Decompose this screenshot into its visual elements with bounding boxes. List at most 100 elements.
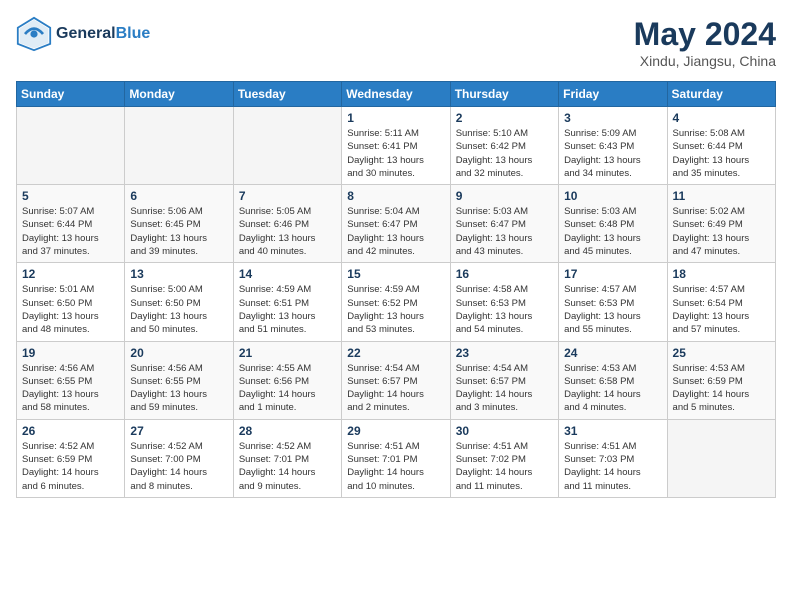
day-number: 16 — [456, 267, 553, 281]
day-number: 12 — [22, 267, 119, 281]
logo-text: GeneralBlue — [56, 25, 150, 43]
day-number: 29 — [347, 424, 444, 438]
day-number: 25 — [673, 346, 770, 360]
calendar-cell: 14 Sunrise: 4:59 AM Sunset: 6:51 PM Dayli… — [233, 263, 341, 341]
day-number: 19 — [22, 346, 119, 360]
calendar-row: 1Sunrise: 5:11 AM Sunset: 6:41 PM Daylig… — [17, 107, 776, 185]
calendar-header-row: SundayMondayTuesdayWednesdayThursdayFrid… — [17, 82, 776, 107]
calendar-cell: 8Sunrise: 5:04 AM Sunset: 6:47 PM Daylig… — [342, 185, 450, 263]
day-info: Sunrise: 4:54 AM Sunset: 6:57 PM Dayligh… — [456, 362, 553, 415]
location: Xindu, Jiangsu, China — [634, 53, 776, 69]
title-area: May 2024 Xindu, Jiangsu, China — [634, 16, 776, 69]
calendar-cell: 11Sunrise: 5:02 AM Sunset: 6:49 PM Dayli… — [667, 185, 775, 263]
day-info: Sunrise: 4:56 AM Sunset: 6:55 PM Dayligh… — [130, 362, 227, 415]
day-info: Sunrise: 4:52 AM Sunset: 7:00 PM Dayligh… — [130, 440, 227, 493]
day-number: 24 — [564, 346, 661, 360]
calendar-cell: 20 Sunrise: 4:56 AM Sunset: 6:55 PM Dayli… — [125, 341, 233, 419]
day-info: Sunrise: 4:51 AM Sunset: 7:01 PM Dayligh… — [347, 440, 444, 493]
day-number: 13 — [130, 267, 227, 281]
day-info: Sunrise: 5:05 AM Sunset: 6:46 PM Dayligh… — [239, 205, 336, 258]
calendar-cell: 4Sunrise: 5:08 AM Sunset: 6:44 PM Daylig… — [667, 107, 775, 185]
day-info: Sunrise: 4:56 AM Sunset: 6:55 PM Dayligh… — [22, 362, 119, 415]
calendar-cell: 7 Sunrise: 5:05 AM Sunset: 6:46 PM Daylig… — [233, 185, 341, 263]
day-number: 27 — [130, 424, 227, 438]
day-number: 21 — [239, 346, 336, 360]
calendar-cell: 13 Sunrise: 5:00 AM Sunset: 6:50 PM Dayli… — [125, 263, 233, 341]
calendar-cell: 25 Sunrise: 4:53 AM Sunset: 6:59 PM Dayli… — [667, 341, 775, 419]
day-info: Sunrise: 4:52 AM Sunset: 6:59 PM Dayligh… — [22, 440, 119, 493]
calendar-cell — [233, 107, 341, 185]
day-info: Sunrise: 5:03 AM Sunset: 6:47 PM Dayligh… — [456, 205, 553, 258]
calendar-cell: 28 Sunrise: 4:52 AM Sunset: 7:01 PM Dayli… — [233, 419, 341, 497]
day-number: 18 — [673, 267, 770, 281]
calendar-cell: 10 Sunrise: 5:03 AM Sunset: 6:48 PM Dayli… — [559, 185, 667, 263]
calendar-cell: 6 Sunrise: 5:06 AM Sunset: 6:45 PM Daylig… — [125, 185, 233, 263]
day-number: 20 — [130, 346, 227, 360]
page-header: GeneralBlue May 2024 Xindu, Jiangsu, Chi… — [16, 16, 776, 69]
calendar-cell: 15 Sunrise: 4:59 AM Sunset: 6:52 PM Dayli… — [342, 263, 450, 341]
calendar-cell — [17, 107, 125, 185]
month-title: May 2024 — [634, 16, 776, 53]
calendar-cell: 19 Sunrise: 4:56 AM Sunset: 6:55 PM Dayli… — [17, 341, 125, 419]
day-info: Sunrise: 4:53 AM Sunset: 6:58 PM Dayligh… — [564, 362, 661, 415]
calendar-cell: 22 Sunrise: 4:54 AM Sunset: 6:57 PM Dayli… — [342, 341, 450, 419]
day-info: Sunrise: 5:11 AM Sunset: 6:41 PM Dayligh… — [347, 127, 444, 180]
calendar-body: 1Sunrise: 5:11 AM Sunset: 6:41 PM Daylig… — [17, 107, 776, 498]
calendar-row: 12Sunrise: 5:01 AM Sunset: 6:50 PM Dayli… — [17, 263, 776, 341]
day-info: Sunrise: 4:53 AM Sunset: 6:59 PM Dayligh… — [673, 362, 770, 415]
day-number: 10 — [564, 189, 661, 203]
weekday-header: Tuesday — [233, 82, 341, 107]
calendar: SundayMondayTuesdayWednesdayThursdayFrid… — [16, 81, 776, 498]
calendar-cell: 12Sunrise: 5:01 AM Sunset: 6:50 PM Dayli… — [17, 263, 125, 341]
day-number: 9 — [456, 189, 553, 203]
day-info: Sunrise: 5:06 AM Sunset: 6:45 PM Dayligh… — [130, 205, 227, 258]
day-info: Sunrise: 4:58 AM Sunset: 6:53 PM Dayligh… — [456, 283, 553, 336]
calendar-cell: 9 Sunrise: 5:03 AM Sunset: 6:47 PM Daylig… — [450, 185, 558, 263]
logo: GeneralBlue — [16, 16, 150, 52]
day-number: 26 — [22, 424, 119, 438]
day-info: Sunrise: 5:02 AM Sunset: 6:49 PM Dayligh… — [673, 205, 770, 258]
calendar-cell: 3 Sunrise: 5:09 AM Sunset: 6:43 PM Daylig… — [559, 107, 667, 185]
day-info: Sunrise: 4:59 AM Sunset: 6:52 PM Dayligh… — [347, 283, 444, 336]
day-info: Sunrise: 4:59 AM Sunset: 6:51 PM Dayligh… — [239, 283, 336, 336]
weekday-header: Sunday — [17, 82, 125, 107]
day-info: Sunrise: 4:51 AM Sunset: 7:02 PM Dayligh… — [456, 440, 553, 493]
day-info: Sunrise: 4:51 AM Sunset: 7:03 PM Dayligh… — [564, 440, 661, 493]
day-number: 23 — [456, 346, 553, 360]
day-number: 7 — [239, 189, 336, 203]
day-info: Sunrise: 4:52 AM Sunset: 7:01 PM Dayligh… — [239, 440, 336, 493]
day-number: 17 — [564, 267, 661, 281]
day-number: 15 — [347, 267, 444, 281]
weekday-header: Thursday — [450, 82, 558, 107]
calendar-cell: 23 Sunrise: 4:54 AM Sunset: 6:57 PM Dayli… — [450, 341, 558, 419]
day-info: Sunrise: 4:57 AM Sunset: 6:53 PM Dayligh… — [564, 283, 661, 336]
day-number: 14 — [239, 267, 336, 281]
weekday-header: Wednesday — [342, 82, 450, 107]
calendar-cell: 5Sunrise: 5:07 AM Sunset: 6:44 PM Daylig… — [17, 185, 125, 263]
calendar-cell: 31 Sunrise: 4:51 AM Sunset: 7:03 PM Dayli… — [559, 419, 667, 497]
calendar-cell: 30Sunrise: 4:51 AM Sunset: 7:02 PM Dayli… — [450, 419, 558, 497]
calendar-cell — [125, 107, 233, 185]
day-number: 6 — [130, 189, 227, 203]
calendar-cell: 27 Sunrise: 4:52 AM Sunset: 7:00 PM Dayli… — [125, 419, 233, 497]
weekday-header: Friday — [559, 82, 667, 107]
day-number: 31 — [564, 424, 661, 438]
day-info: Sunrise: 4:55 AM Sunset: 6:56 PM Dayligh… — [239, 362, 336, 415]
calendar-cell: 16 Sunrise: 4:58 AM Sunset: 6:53 PM Dayli… — [450, 263, 558, 341]
day-number: 22 — [347, 346, 444, 360]
day-number: 28 — [239, 424, 336, 438]
day-number: 5 — [22, 189, 119, 203]
day-number: 3 — [564, 111, 661, 125]
day-info: Sunrise: 5:10 AM Sunset: 6:42 PM Dayligh… — [456, 127, 553, 180]
calendar-cell: 1Sunrise: 5:11 AM Sunset: 6:41 PM Daylig… — [342, 107, 450, 185]
calendar-cell: 18Sunrise: 4:57 AM Sunset: 6:54 PM Dayli… — [667, 263, 775, 341]
day-info: Sunrise: 4:54 AM Sunset: 6:57 PM Dayligh… — [347, 362, 444, 415]
calendar-cell: 26 Sunrise: 4:52 AM Sunset: 6:59 PM Dayli… — [17, 419, 125, 497]
calendar-cell — [667, 419, 775, 497]
weekday-header: Saturday — [667, 82, 775, 107]
day-info: Sunrise: 5:00 AM Sunset: 6:50 PM Dayligh… — [130, 283, 227, 336]
calendar-cell: 24 Sunrise: 4:53 AM Sunset: 6:58 PM Dayli… — [559, 341, 667, 419]
calendar-row: 5Sunrise: 5:07 AM Sunset: 6:44 PM Daylig… — [17, 185, 776, 263]
day-info: Sunrise: 5:03 AM Sunset: 6:48 PM Dayligh… — [564, 205, 661, 258]
day-info: Sunrise: 5:09 AM Sunset: 6:43 PM Dayligh… — [564, 127, 661, 180]
